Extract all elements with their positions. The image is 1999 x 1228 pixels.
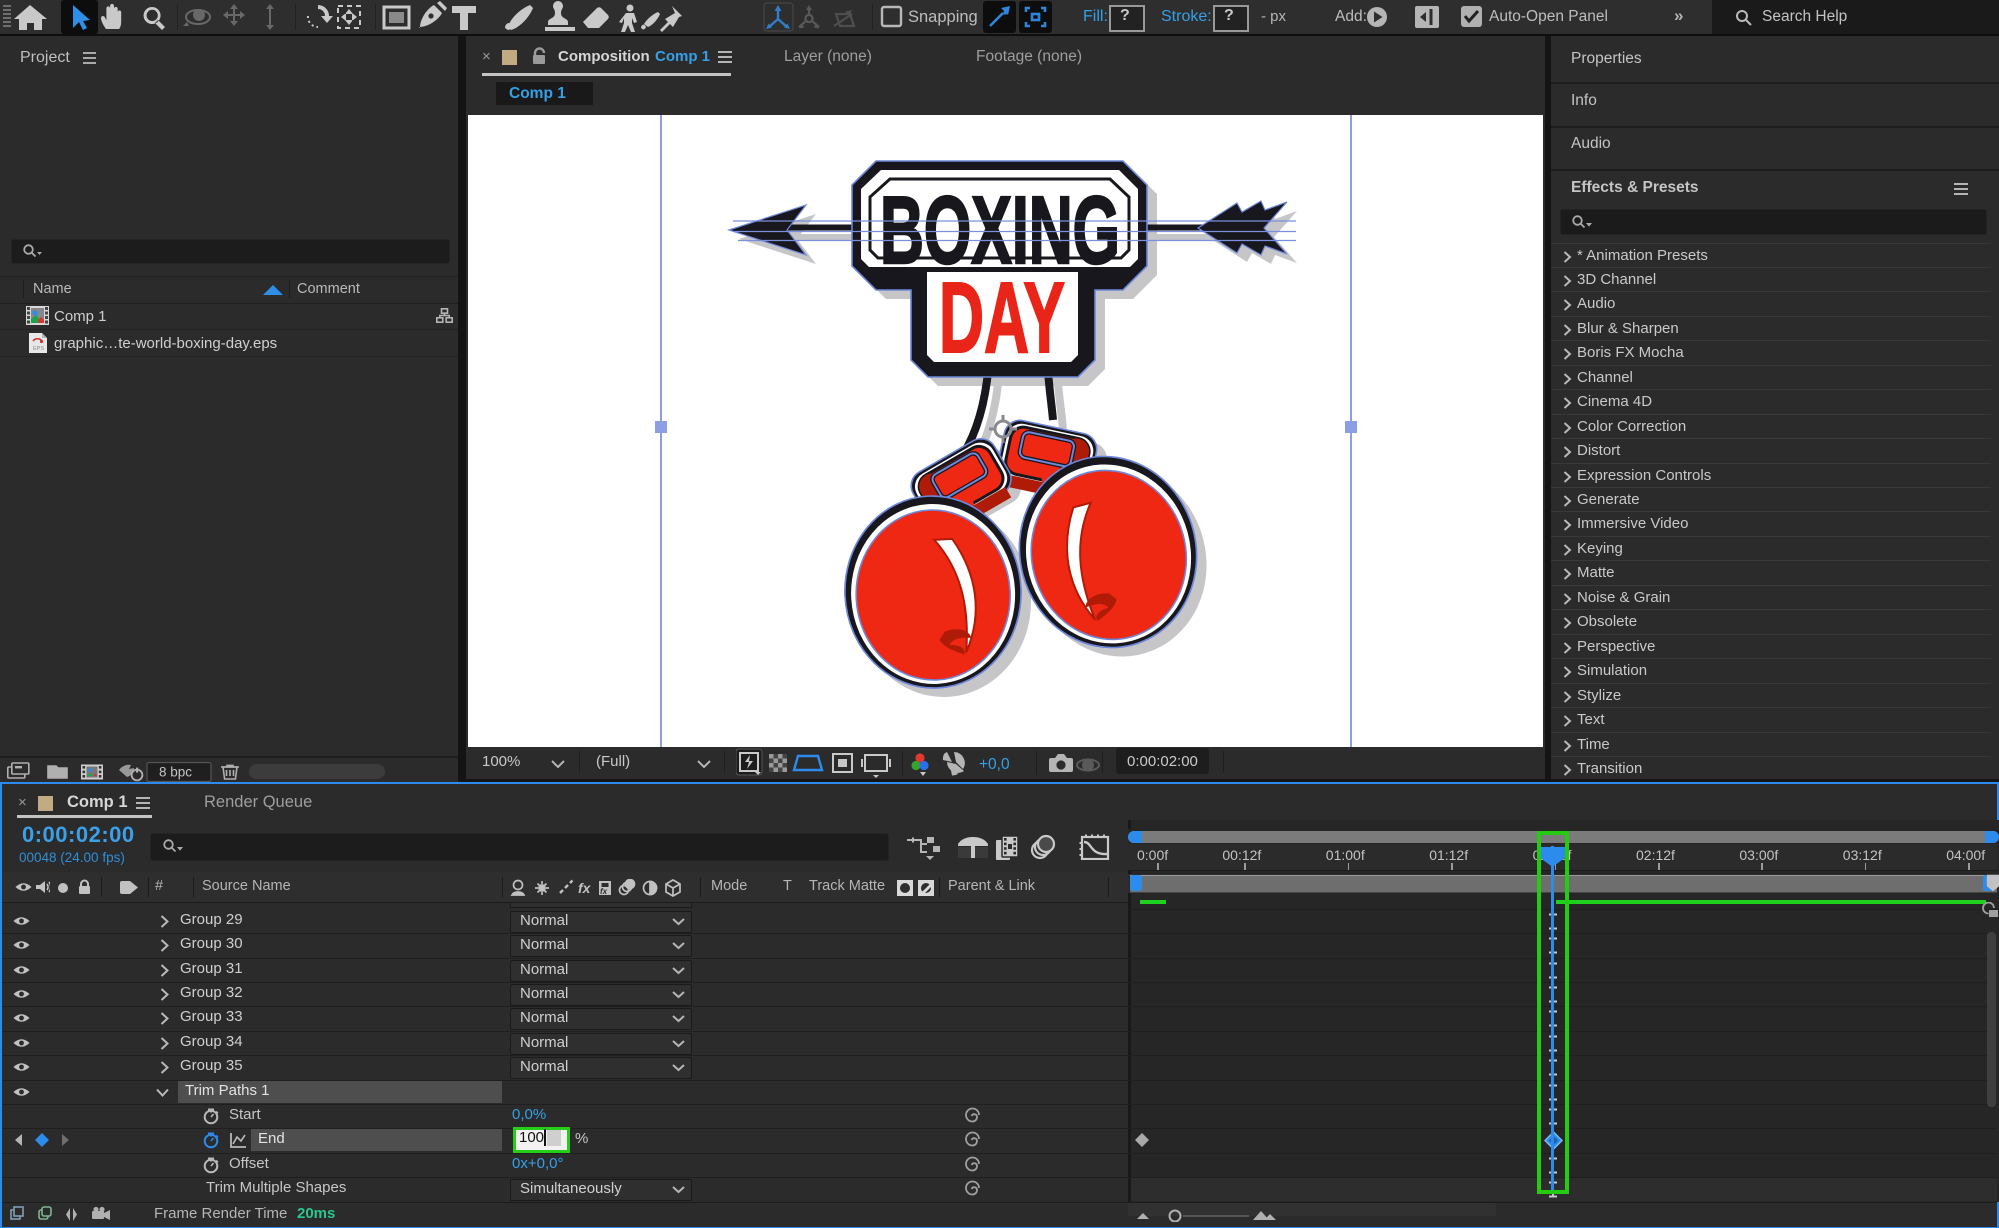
- svg-text:8 bpc: 8 bpc: [159, 765, 192, 780]
- svg-text:Snapping: Snapping: [908, 8, 978, 26]
- svg-text:fx: fx: [600, 887, 608, 896]
- svg-text:fx: fx: [578, 880, 592, 896]
- svg-text:DAY: DAY: [939, 262, 1065, 374]
- svg-text:+0,0: +0,0: [979, 756, 1010, 773]
- svg-text:EPS: EPS: [33, 346, 44, 352]
